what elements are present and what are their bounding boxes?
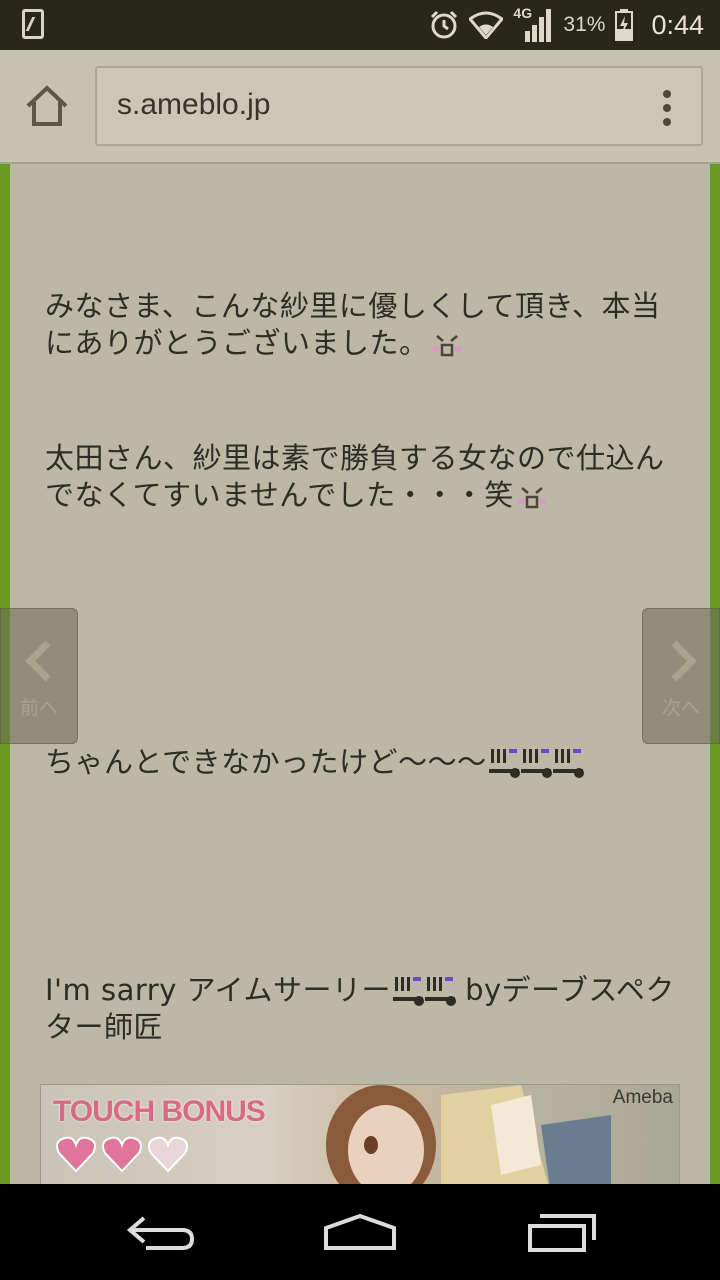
alarm-icon xyxy=(431,10,458,39)
back-icon[interactable] xyxy=(124,1212,196,1252)
paragraph-text: みなさま、こんな紗里に優しくして頂き、本当にありがとうございました。 xyxy=(45,289,661,360)
banner-title: TOUCH BONUS xyxy=(53,1095,266,1128)
battery-percent: 31% xyxy=(563,13,606,36)
home-nav-icon[interactable] xyxy=(322,1212,398,1252)
anime-character-illustration xyxy=(326,1085,611,1184)
prev-label: 前へ xyxy=(19,697,58,719)
url-text: s.ameblo.jp xyxy=(117,88,271,121)
page-content: みなさま、こんな紗里に優しくして頂き、本当にありがとうございました。 太田さん、… xyxy=(0,164,720,1184)
chevron-left-icon xyxy=(25,640,51,682)
prev-page-button[interactable]: 前へ xyxy=(0,608,78,744)
home-icon[interactable] xyxy=(22,84,72,128)
chevron-right-icon xyxy=(671,640,697,682)
browser-toolbar: s.ameblo.jp xyxy=(0,50,720,164)
status-bar: 4G 31% 0:44 xyxy=(0,0,720,50)
overflow-menu-icon[interactable] xyxy=(661,90,673,126)
next-page-button[interactable]: 次へ xyxy=(642,608,720,744)
battery-charging-icon xyxy=(615,9,634,41)
bowing-emoji-icon xyxy=(488,749,584,781)
wifi-icon xyxy=(469,11,504,39)
url-field[interactable]: s.ameblo.jp xyxy=(95,66,703,146)
recent-apps-icon[interactable] xyxy=(526,1212,598,1252)
heart-outline-icon xyxy=(148,1136,188,1173)
cell-signal-icon: 4G xyxy=(513,5,553,43)
banner-brand: Ameba xyxy=(612,1087,673,1108)
clock: 0:44 xyxy=(651,9,704,40)
article-paragraph-4: I'm sarry アイムサーリー byデーブスペクター師匠 xyxy=(45,972,675,1046)
article-paragraph-2: 太田さん、紗里は素で勝負する女なので仕込んでなくてすいませんでした・・・笑 xyxy=(45,440,675,514)
paragraph-text: ちゃんとできなかったけど〜〜〜 xyxy=(45,745,487,779)
bowing-emoji-icon xyxy=(393,977,457,1006)
paragraph-text: I'm sarry アイムサーリー xyxy=(45,973,392,1007)
article-paragraph-3: ちゃんとできなかったけど〜〜〜 xyxy=(45,744,675,781)
next-label: 次へ xyxy=(661,697,700,719)
heart-icon xyxy=(56,1136,96,1173)
sim-card-icon xyxy=(22,9,44,39)
hearts-row xyxy=(55,1135,189,1173)
system-nav-bar xyxy=(0,1184,720,1280)
blush-face-emoji-icon xyxy=(431,335,462,357)
blush-face-emoji-icon xyxy=(516,487,547,509)
paragraph-text: 太田さん、紗里は素で勝負する女なので仕込んでなくてすいませんでした・・・笑 xyxy=(45,441,665,512)
article-paragraph-1: みなさま、こんな紗里に優しくして頂き、本当にありがとうございました。 xyxy=(45,288,675,362)
ad-banner[interactable]: TOUCH BONUS Ameba xyxy=(40,1084,680,1184)
heart-icon xyxy=(102,1136,142,1173)
